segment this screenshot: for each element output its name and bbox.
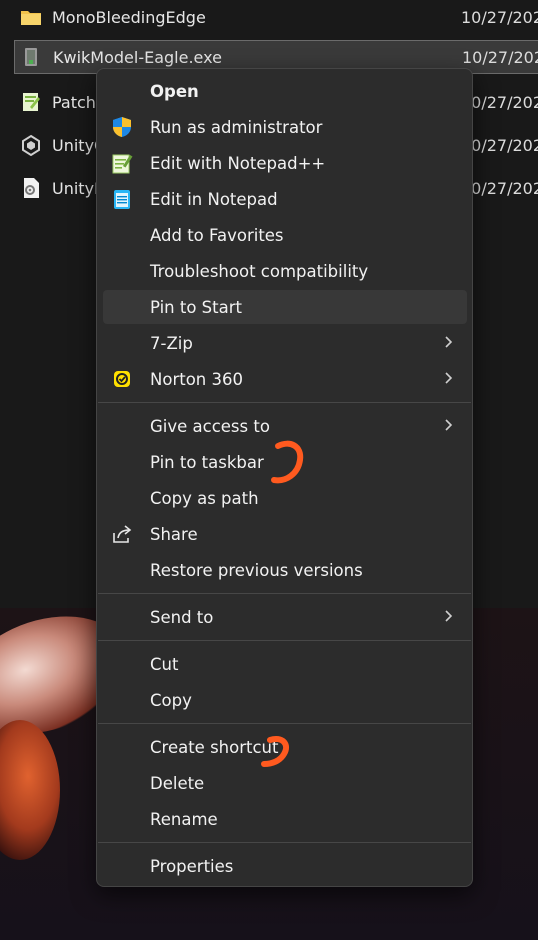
menu-item-label: Restore previous versions xyxy=(150,560,363,580)
menu-separator xyxy=(98,842,471,843)
menu-item-label: Properties xyxy=(150,856,234,876)
menu-item-send-to[interactable]: Send to xyxy=(103,600,467,634)
norton-icon xyxy=(111,368,133,390)
menu-item-add-to-favorites[interactable]: Add to Favorites xyxy=(103,218,467,252)
menu-item-7zip[interactable]: 7-Zip xyxy=(103,326,467,360)
menu-item-copy[interactable]: Copy xyxy=(103,683,467,717)
menu-item-share[interactable]: Share xyxy=(103,517,467,551)
menu-item-open[interactable]: Open xyxy=(103,74,467,108)
menu-item-label: Edit with Notepad++ xyxy=(150,153,326,173)
file-row-monobleedingedge[interactable]: MonoBleedingEdge 10/27/202 xyxy=(14,0,538,34)
menu-item-label: Pin to Start xyxy=(150,297,242,317)
unity-icon xyxy=(20,134,42,157)
menu-separator xyxy=(98,593,471,594)
exe-icon xyxy=(21,46,43,68)
menu-item-label: Delete xyxy=(150,773,205,793)
menu-item-cut[interactable]: Cut xyxy=(103,647,467,681)
notepadpp-file-icon xyxy=(20,91,42,113)
file-name: MonoBleedingEdge xyxy=(52,7,206,27)
share-icon xyxy=(111,523,133,545)
file-date: 10/27/202 xyxy=(461,7,538,27)
uac-shield-icon xyxy=(111,116,133,138)
menu-separator xyxy=(98,723,471,724)
chevron-right-icon xyxy=(443,334,455,350)
folder-icon xyxy=(20,6,42,28)
chevron-right-icon xyxy=(443,417,455,433)
menu-item-pin-to-start[interactable]: Pin to Start xyxy=(103,290,467,324)
menu-item-run-as-administrator[interactable]: Run as administrator xyxy=(103,110,467,144)
settings-file-icon xyxy=(20,177,42,199)
menu-item-label: Copy xyxy=(150,690,192,710)
menu-item-label: Share xyxy=(150,524,198,544)
menu-item-restore-previous-versions[interactable]: Restore previous versions xyxy=(103,553,467,587)
menu-item-label: Edit in Notepad xyxy=(150,189,278,209)
menu-item-troubleshoot-compatibility[interactable]: Troubleshoot compatibility xyxy=(103,254,467,288)
menu-item-label: Troubleshoot compatibility xyxy=(150,261,369,281)
menu-item-norton-360[interactable]: Norton 360 xyxy=(103,362,467,396)
menu-item-label: Add to Favorites xyxy=(150,225,284,245)
menu-item-edit-with-notepadpp[interactable]: Edit with Notepad++ xyxy=(103,146,467,180)
menu-item-edit-in-notepad[interactable]: Edit in Notepad xyxy=(103,182,467,216)
file-name: KwikModel-Eagle.exe xyxy=(53,47,222,67)
menu-item-label: Pin to taskbar xyxy=(150,452,264,472)
chevron-right-icon xyxy=(443,370,455,386)
menu-item-label: Run as administrator xyxy=(150,117,323,137)
menu-item-label: Send to xyxy=(150,607,214,627)
notepad-icon xyxy=(111,188,133,210)
chevron-right-icon xyxy=(443,608,455,624)
annotation-mark xyxy=(271,440,304,484)
menu-item-label: Rename xyxy=(150,809,218,829)
menu-item-rename[interactable]: Rename xyxy=(103,802,467,836)
menu-item-label: 7-Zip xyxy=(150,333,193,353)
menu-item-label: Cut xyxy=(150,654,179,674)
menu-separator xyxy=(98,402,471,403)
menu-item-label: Open xyxy=(150,81,199,101)
menu-item-label: Copy as path xyxy=(150,488,259,508)
menu-separator xyxy=(98,640,471,641)
menu-item-label: Give access to xyxy=(150,416,270,436)
notepadpp-icon xyxy=(111,152,133,174)
file-date: 10/27/202 xyxy=(462,47,538,67)
menu-item-label: Norton 360 xyxy=(150,369,243,389)
annotation-mark xyxy=(261,736,290,767)
menu-item-properties[interactable]: Properties xyxy=(103,849,467,883)
